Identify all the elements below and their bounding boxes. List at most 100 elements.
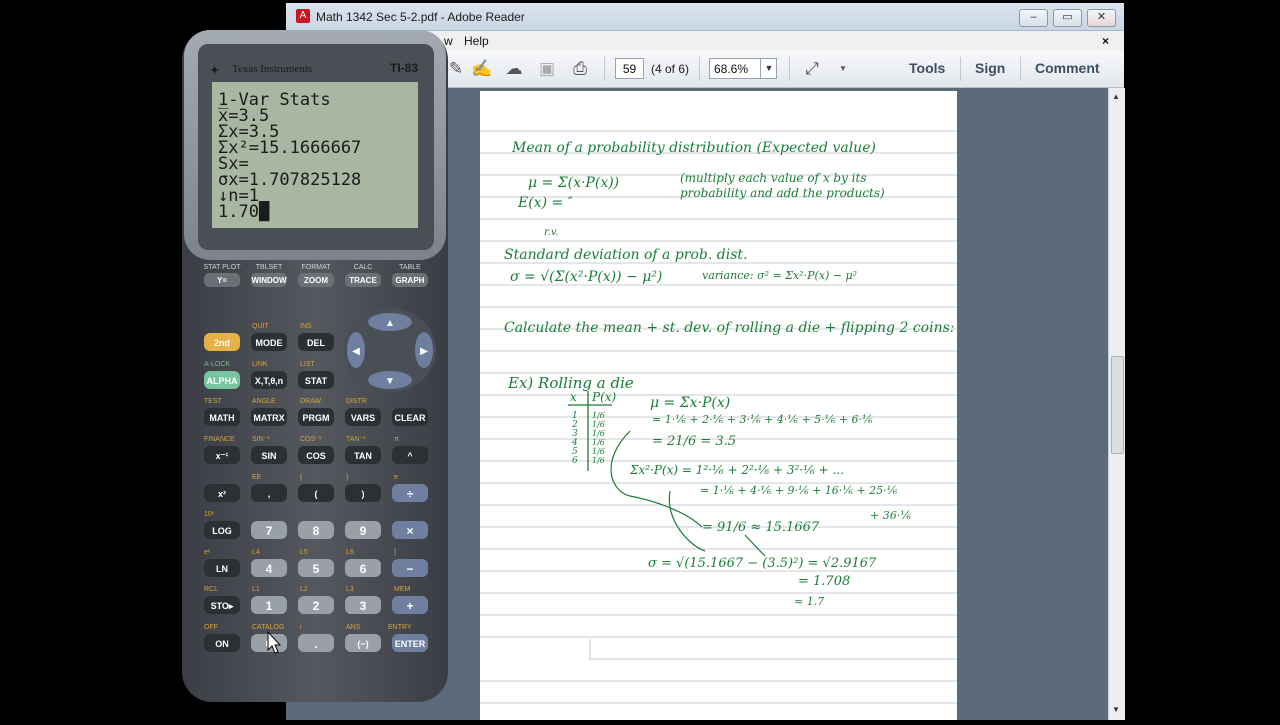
- close-window-button[interactable]: ✕: [1087, 9, 1116, 27]
- key-label: ZOOM: [304, 276, 328, 285]
- svg-text:2: 2: [313, 599, 320, 613]
- cloud-upload-icon[interactable]: ☁: [502, 57, 526, 81]
- svg-text:TEST: TEST: [204, 398, 223, 405]
- svg-text:LOG: LOG: [212, 526, 232, 536]
- vertical-scrollbar[interactable]: ▲ ▼: [1108, 88, 1125, 720]
- calculator-model: TI-83: [390, 61, 418, 75]
- scroll-down-icon[interactable]: ▼: [1112, 705, 1120, 714]
- fn-label: TBLSET: [256, 264, 283, 271]
- svg-text:x²: x²: [218, 489, 226, 499]
- svg-text:EE: EE: [252, 474, 262, 481]
- mean-line-3: = 21/6 = 3.5: [652, 434, 736, 449]
- svg-text:L3: L3: [346, 586, 354, 593]
- svg-text:(: (: [315, 489, 318, 499]
- sigma-line-1: σ = √(15.1667 − (3.5)²) = √2.9167: [648, 556, 877, 571]
- svg-text:): ): [362, 489, 365, 499]
- note-sd-formula: σ = √(Σ(x²·P(x)) − μ²): [510, 269, 662, 285]
- ti83-calculator: ✦ Texas Instruments TI-83 1-Var Stats x̅…: [180, 30, 450, 702]
- pdf-page: Mean of a probability distribution (Expe…: [480, 91, 957, 720]
- svg-text:π: π: [394, 436, 399, 443]
- svg-text:FINANCE: FINANCE: [204, 436, 235, 443]
- page-number-input[interactable]: 59: [615, 58, 644, 79]
- svg-text:L6: L6: [346, 549, 354, 556]
- table-row: 1/6: [592, 438, 605, 447]
- svg-text:7: 7: [266, 524, 273, 538]
- svg-text:9: 9: [360, 524, 367, 538]
- svg-text:TAN⁻¹: TAN⁻¹: [346, 436, 366, 443]
- svg-text:PRGM: PRGM: [303, 413, 330, 423]
- svg-text:]: ]: [394, 549, 396, 556]
- svg-text:QUIT: QUIT: [252, 323, 269, 330]
- save-icon[interactable]: ▣: [535, 57, 559, 81]
- title-bar: A Math 1342 Sec 5-2.pdf - Adobe Reader –…: [286, 3, 1124, 31]
- svg-text:STAT: STAT: [305, 376, 328, 386]
- note-sd-title: Standard deviation of a prob. dist.: [504, 247, 747, 263]
- fit-page-icon[interactable]: ⤢: [800, 57, 824, 81]
- svg-text:ENTRY: ENTRY: [388, 624, 412, 631]
- function-keys: Y= WINDOW ZOOM TRACE GRAPH: [204, 273, 428, 287]
- svg-text:+: +: [406, 599, 413, 613]
- svg-text:,: ,: [268, 489, 271, 499]
- svg-text:L2: L2: [300, 586, 308, 593]
- table-header-x: x: [570, 390, 577, 404]
- print-icon[interactable]: ⎙: [568, 57, 592, 81]
- tools-button[interactable]: Tools: [909, 60, 945, 76]
- svg-text:MATH: MATH: [209, 413, 234, 423]
- fn-label: CALC: [354, 264, 373, 271]
- close-document-button[interactable]: ×: [1102, 34, 1109, 48]
- sigma-line-2: = 1.708: [798, 574, 850, 589]
- square-line-1: Σx²·P(x) = 1²·⅙ + 2²·⅙ + 3²·⅙ + ...: [629, 463, 844, 477]
- svg-text:÷: ÷: [407, 487, 414, 501]
- svg-text:MATRX: MATRX: [253, 413, 284, 423]
- svg-text:CLEAR: CLEAR: [395, 413, 426, 423]
- svg-text:2nd: 2nd: [214, 338, 230, 348]
- screen-output: 1-Var Stats x̅=3.5 Σx=3.5 Σx²=15.1666667…: [218, 90, 361, 222]
- minimize-button[interactable]: –: [1019, 9, 1048, 27]
- scroll-up-icon[interactable]: ▲: [1112, 92, 1120, 101]
- fn-label: FORMAT: [301, 264, 331, 271]
- scrollbar-thumb[interactable]: [1111, 356, 1124, 454]
- arrow-pad[interactable]: ▲ ▼ ◀ ▶: [344, 308, 436, 392]
- mean-line-2: = 1·⅙ + 2·⅙ + 3·⅙ + 4·⅙ + 5·⅙ + 6·⅙: [652, 413, 873, 426]
- svg-text:10ˣ: 10ˣ: [204, 511, 215, 518]
- more-tools-icon[interactable]: ▼: [839, 64, 847, 73]
- svg-text:CATALOG: CATALOG: [252, 624, 284, 631]
- comment-button[interactable]: Comment: [1035, 60, 1100, 76]
- page-count-label: (4 of 6): [651, 62, 690, 76]
- svg-text:3: 3: [360, 599, 367, 613]
- svg-text:.: .: [314, 637, 317, 651]
- svg-text:RCL: RCL: [204, 586, 218, 593]
- zoom-dropdown-icon[interactable]: ▼: [760, 59, 777, 78]
- square-line-2: = 1·⅙ + 4·⅙ + 9·⅙ + 16·⅙ + 25·⅙: [700, 484, 898, 497]
- svg-text:COS⁻¹: COS⁻¹: [300, 436, 322, 443]
- svg-text:−: −: [406, 562, 413, 576]
- svg-text:x⁻¹: x⁻¹: [216, 451, 229, 461]
- svg-text:4: 4: [266, 562, 273, 576]
- svg-text:ANGLE: ANGLE: [252, 398, 276, 405]
- edit-icon[interactable]: ✍: [470, 57, 494, 81]
- arrow-up-icon: ▲: [385, 318, 395, 329]
- arrow-right-icon: ▶: [420, 346, 428, 357]
- svg-text:}: }: [346, 474, 349, 481]
- toolbar-divider: [1020, 57, 1021, 81]
- svg-text:×: ×: [406, 524, 413, 538]
- table-row: 1/6: [592, 456, 605, 465]
- svg-text:8: 8: [313, 524, 320, 538]
- svg-text:e: e: [394, 474, 398, 481]
- note-rv: r.v.: [544, 227, 559, 238]
- svg-text:LINK: LINK: [252, 361, 268, 368]
- note-expected-value: E(x) = ″: [517, 195, 574, 211]
- menu-help[interactable]: Help: [464, 34, 489, 48]
- svg-text:ENTER: ENTER: [395, 639, 426, 649]
- arrow-down-icon: ▼: [385, 376, 395, 387]
- svg-text:INS: INS: [300, 323, 312, 330]
- svg-text:SIN: SIN: [261, 451, 276, 461]
- maximize-button[interactable]: ▭: [1053, 9, 1082, 27]
- svg-text:5: 5: [313, 562, 320, 576]
- note-mu-formula: μ = Σ(x·P(x)): [528, 175, 619, 191]
- note-title: Mean of a probability distribution (Expe…: [511, 140, 876, 156]
- svg-text:1: 1: [266, 599, 273, 613]
- sign-button[interactable]: Sign: [975, 60, 1005, 76]
- svg-text:DISTR: DISTR: [346, 398, 367, 405]
- svg-text:ALPHA: ALPHA: [207, 376, 238, 386]
